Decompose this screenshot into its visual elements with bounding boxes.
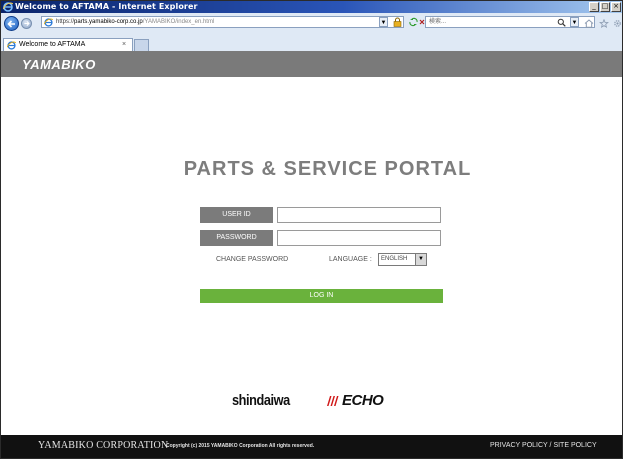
page-title: PARTS & SERVICE PORTAL (183, 158, 472, 180)
user-id-input[interactable] (277, 207, 441, 223)
search-placeholder: 検索... (429, 19, 447, 25)
site-footer: YAMABIKO CORPORATION Copyright (c) 2015 … (1, 435, 622, 458)
privacy-policy-link[interactable]: PRIVACY POLICY (490, 442, 548, 449)
url-text: https://parts.yamabiko-corp.co.jp/YAMABI… (56, 17, 214, 27)
title-bar: Welcome to AFTAMA - Internet Explorer _ … (1, 1, 622, 13)
gear-icon[interactable] (613, 19, 622, 28)
language-select[interactable]: ENGLISH ▼ (378, 253, 427, 266)
search-dropdown-button[interactable]: ▼ (570, 17, 579, 27)
minimize-button[interactable]: _ (589, 2, 599, 12)
ie-icon (44, 18, 53, 27)
site-header: YAMABIKO (1, 51, 622, 77)
search-icon[interactable] (557, 18, 566, 27)
language-value: ENGLISH (381, 256, 408, 262)
footer-links: PRIVACY POLICY / SITE POLICY (490, 441, 597, 450)
star-icon[interactable] (599, 19, 609, 28)
close-window-button[interactable]: × (611, 2, 621, 12)
language-label: LANGUAGE : (329, 256, 372, 263)
yamabiko-logo[interactable]: YAMABIKO (22, 57, 96, 72)
address-toolbar: https://parts.yamabiko-corp.co.jp/YAMABI… (1, 13, 622, 39)
maximize-button[interactable]: □ (600, 2, 610, 12)
footer-copyright: Copyright (c) 2015 YAMABIKO Corporation … (166, 443, 315, 449)
login-button[interactable]: LOG IN (200, 289, 443, 303)
chevron-down-icon: ▼ (415, 254, 426, 265)
forward-button[interactable] (21, 18, 32, 29)
change-password-link[interactable]: CHANGE PASSWORD (216, 255, 288, 265)
forward-arrow-icon (24, 21, 30, 26)
echo-stripes-icon (327, 396, 339, 406)
ie-icon (3, 2, 13, 12)
shindaiwa-logo: shindaiwa (232, 392, 290, 409)
back-arrow-icon (7, 20, 15, 28)
tab-strip: Welcome to AFTAMA × (1, 38, 622, 51)
home-icon[interactable] (584, 19, 594, 28)
address-input[interactable]: https://parts.yamabiko-corp.co.jp/YAMABI… (41, 16, 404, 28)
password-input[interactable] (277, 230, 441, 246)
echo-logo: ECHO (342, 392, 384, 409)
password-label: PASSWORD (200, 230, 273, 246)
window-controls: _ □ × (589, 2, 621, 12)
address-dropdown-button[interactable]: ▼ (379, 17, 388, 27)
url-path: /YAMABIKO/index_en.html (142, 19, 215, 25)
tab-label: Welcome to AFTAMA (19, 41, 86, 48)
footer-corporation: YAMABIKO CORPORATION (38, 440, 169, 451)
new-tab-button[interactable] (134, 39, 149, 51)
window-title: Welcome to AFTAMA - Internet Explorer (15, 2, 198, 11)
tab-welcome[interactable]: Welcome to AFTAMA × (3, 38, 133, 51)
user-id-label: USER ID (200, 207, 273, 223)
back-button[interactable] (4, 16, 19, 31)
tab-close-button[interactable]: × (122, 40, 126, 50)
url-host: parts.yamabiko-corp.co.jp (74, 19, 143, 25)
refresh-icon[interactable] (409, 17, 418, 27)
url-prefix: https:// (56, 19, 75, 25)
ie-icon (7, 41, 16, 50)
browser-window: Welcome to AFTAMA - Internet Explorer _ … (0, 0, 623, 459)
lock-icon[interactable] (393, 17, 402, 27)
site-policy-link[interactable]: SITE POLICY (553, 442, 596, 449)
